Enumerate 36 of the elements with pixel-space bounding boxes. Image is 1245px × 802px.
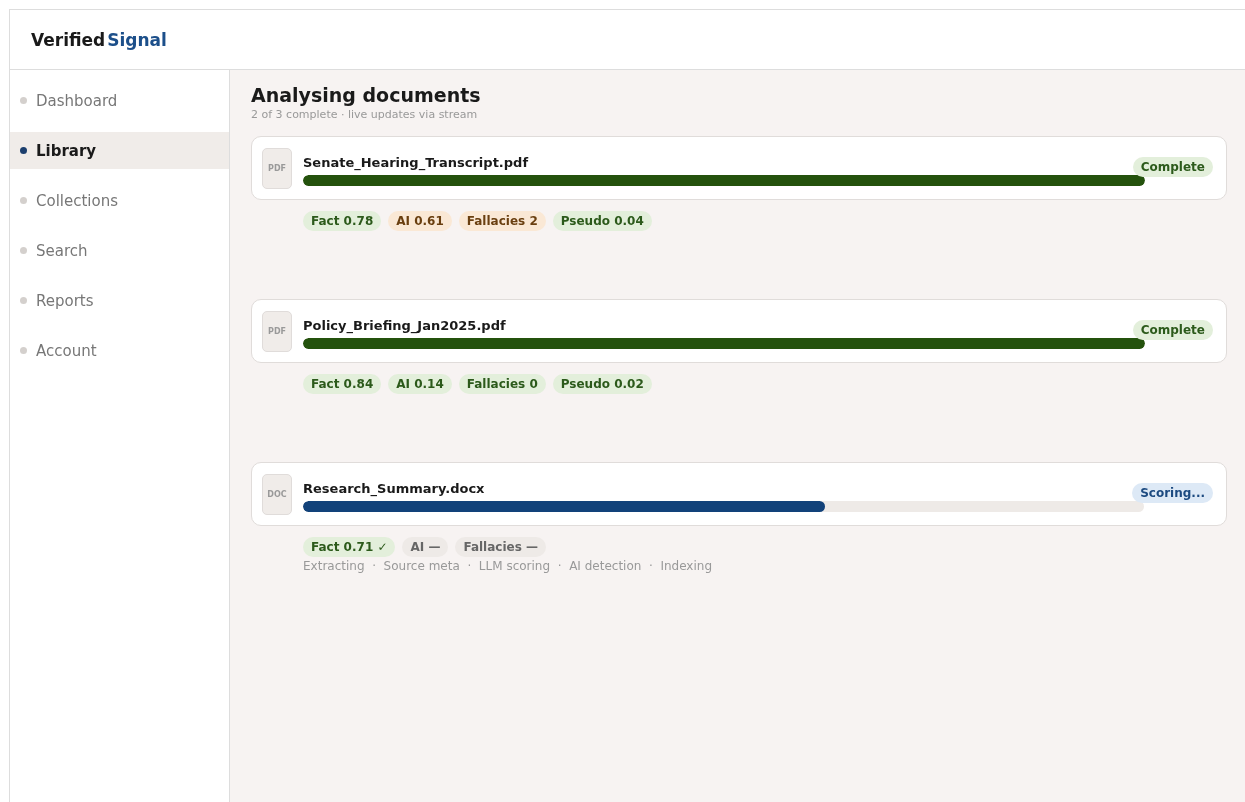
file-type-icon: PDF (262, 147, 292, 189)
status-badge: Complete (1132, 156, 1213, 177)
file-name: Policy_Briefing_Jan2025.pdf (303, 317, 507, 333)
sidebar-item[interactable]: Dashboard (10, 82, 229, 119)
sidebar-item[interactable]: Collections (10, 182, 229, 219)
bullet-icon (20, 247, 27, 254)
bullet-icon (20, 147, 27, 154)
page-title: Analysing documents (251, 84, 482, 106)
app-logo[interactable]: Verified Signal (31, 29, 167, 50)
file-name: Senate_Hearing_Transcript.pdf (303, 154, 530, 170)
bullet-icon (20, 347, 27, 354)
bullet-icon (20, 197, 27, 204)
file-name: Research_Summary.docx (303, 480, 486, 496)
status-badge: Complete (1132, 319, 1213, 340)
sidebar-item[interactable]: Reports (10, 282, 229, 319)
stage-list: Extracting · Source meta · LLM scoring · AI detection · Indexing (303, 559, 1227, 573)
status-badge: Scoring... (1132, 482, 1213, 503)
sidebar-item[interactable]: Search (10, 232, 229, 269)
score-tag: Fallacies 2 (458, 211, 546, 231)
score-tag: Pseudo 0.02 (552, 374, 652, 394)
sidebar-item[interactable]: Account (10, 332, 229, 369)
bullet-icon (20, 97, 27, 104)
score-tag: Pseudo 0.04 (552, 211, 652, 231)
page-subtitle: 2 of 3 complete · live updates via stream (251, 108, 479, 121)
score-tag: Fact 0.84 (303, 374, 382, 394)
score-tag: AI — (402, 537, 449, 557)
score-tag: Fact 0.71 ✓ (303, 537, 396, 557)
score-tag: Fact 0.78 (303, 211, 382, 231)
score-tag: AI 0.14 (388, 374, 452, 394)
sidebar-item[interactable]: Library (10, 132, 229, 169)
score-tag: AI 0.61 (388, 211, 452, 231)
bullet-icon (20, 297, 27, 304)
file-type-icon: DOC (262, 473, 292, 515)
score-tag: Fallacies — (455, 537, 546, 557)
file-type-icon: PDF (262, 310, 292, 352)
score-tag: Fallacies 0 (458, 374, 546, 394)
